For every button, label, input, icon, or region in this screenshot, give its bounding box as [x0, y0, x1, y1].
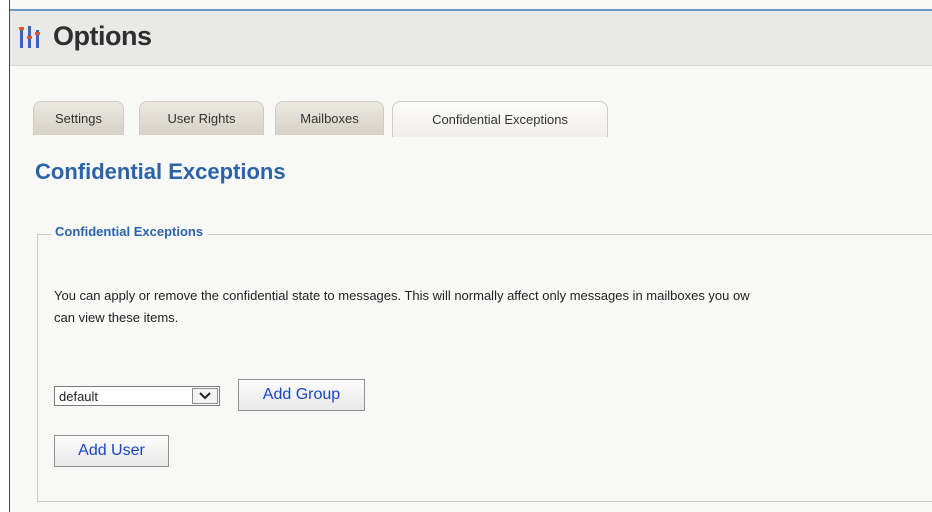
chevron-down-icon[interactable] [192, 388, 218, 404]
tab-label: User Rights [167, 111, 236, 126]
header-bar: Options [10, 11, 932, 66]
group-select-value: default [59, 389, 99, 404]
tab-label: Mailboxes [300, 111, 359, 126]
tab-mailboxes[interactable]: Mailboxes [275, 101, 384, 135]
tab-label: Settings [55, 111, 102, 126]
confidential-exceptions-fieldset [37, 234, 932, 502]
tab-user-rights[interactable]: User Rights [139, 101, 264, 135]
page-title: Confidential Exceptions [35, 159, 286, 184]
tab-label: Confidential Exceptions [432, 112, 568, 127]
fieldset-legend: Confidential Exceptions [51, 224, 208, 239]
page-header-title: Options [53, 21, 152, 51]
description-line-2: can view these items. [54, 310, 179, 325]
chevron-down-glyph [199, 392, 211, 400]
tab-confidential-exceptions[interactable]: Confidential Exceptions [392, 101, 608, 137]
window-left-edge [0, 0, 10, 512]
description-text: You can apply or remove the confidential… [54, 285, 932, 329]
add-group-button[interactable]: Add Group [238, 379, 365, 411]
options-icon [19, 26, 40, 48]
add-user-button[interactable]: Add User [54, 435, 169, 467]
tab-settings[interactable]: Settings [33, 101, 124, 135]
description-line-1: You can apply or remove the confidential… [54, 288, 750, 303]
group-select[interactable]: default [54, 386, 220, 406]
